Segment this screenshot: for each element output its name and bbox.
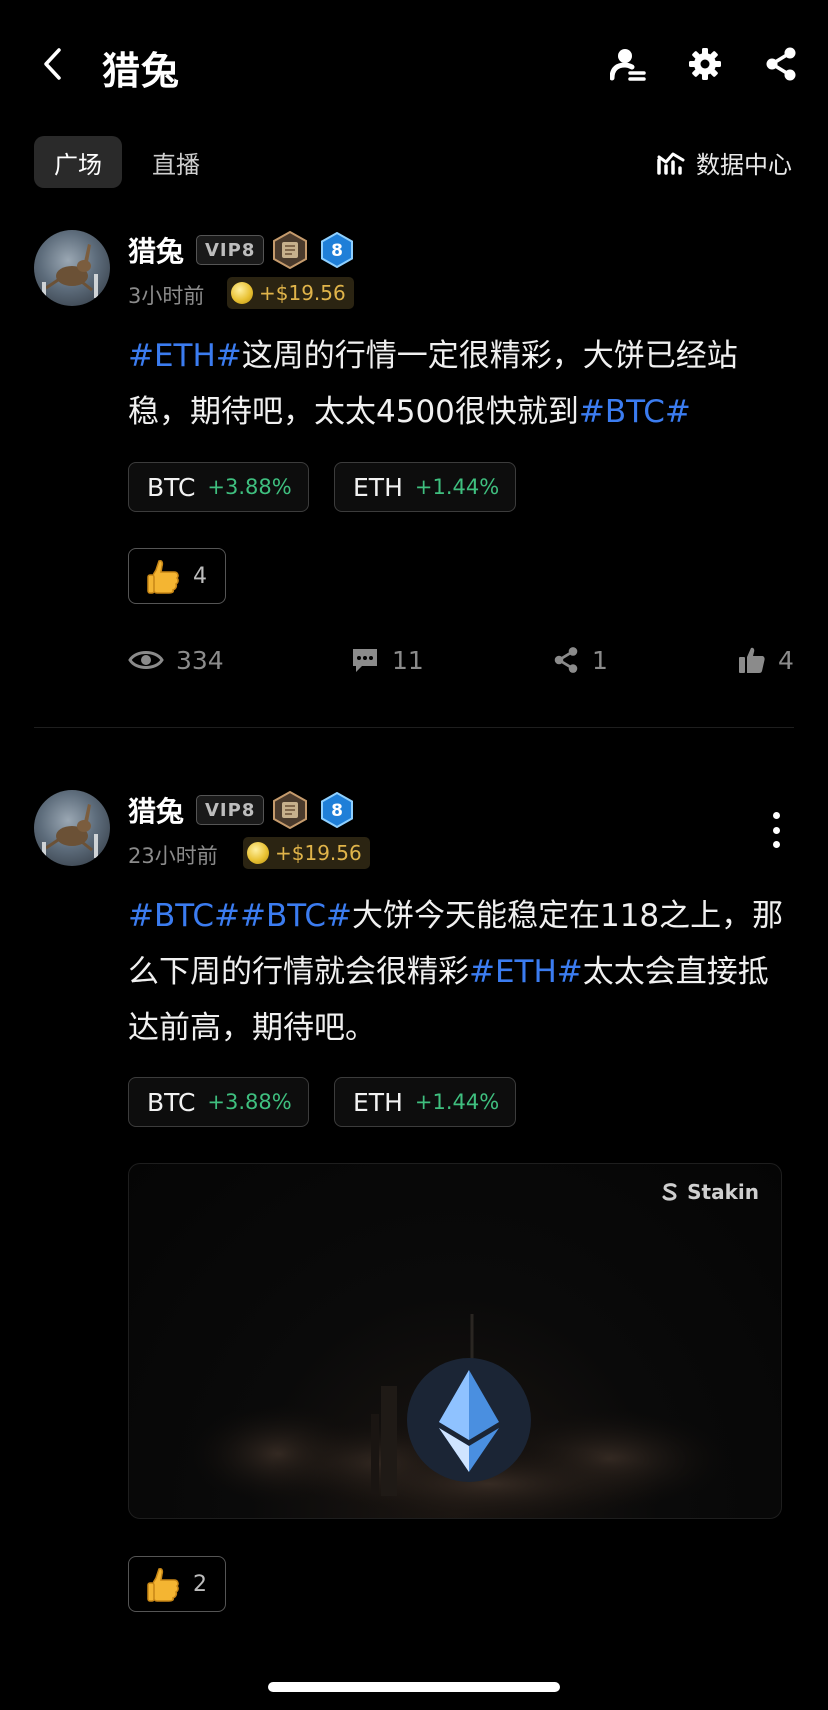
scroll-badge-icon [273, 231, 307, 269]
level-badge-icon: 8 [321, 232, 353, 268]
tip-amount: +$19.56 [259, 281, 346, 305]
settings-button[interactable] [683, 42, 727, 86]
post-content: #ETH#这周的行情一定很精彩，大饼已经站稳，期待吧，太太4500很快就到#BT… [128, 328, 798, 440]
ticker-change: +3.88% [207, 475, 292, 499]
follow-button[interactable] [606, 42, 650, 86]
page-title: 猎兔 [102, 49, 181, 93]
ticker-symbol: BTC [147, 1087, 196, 1117]
avatar[interactable] [34, 230, 110, 306]
username[interactable]: 猎兔 [128, 790, 184, 830]
scroll-badge-icon [273, 791, 307, 829]
share-button[interactable] [759, 42, 803, 86]
level-number: 8 [331, 241, 343, 261]
ticker-chip[interactable]: BTC +3.88% [128, 462, 309, 512]
reaction-count: 4 [193, 563, 207, 589]
tab-bar: 广场 直播 [34, 136, 220, 188]
reaction-button[interactable]: 2 [128, 1556, 226, 1612]
post-stats: 334 11 1 4 [128, 640, 794, 680]
hashtag-link[interactable]: #ETH# [469, 954, 583, 990]
thumbs-up-emoji-icon [147, 1568, 179, 1602]
user-follow-icon [610, 49, 646, 81]
more-options-button[interactable] [764, 808, 788, 852]
reaction-count: 2 [193, 1571, 207, 1597]
thumbs-up-emoji-icon [147, 560, 179, 594]
post-divider [34, 727, 794, 728]
tab-live[interactable]: 直播 [132, 136, 220, 188]
comment-icon [353, 649, 377, 672]
more-dot [772, 826, 780, 834]
settings-icon [689, 48, 721, 80]
share-icon [766, 47, 796, 81]
reaction-button[interactable]: 4 [128, 548, 226, 604]
tip-amount: +$19.56 [275, 841, 362, 865]
home-indicator[interactable] [268, 1682, 560, 1692]
ticker-symbol: ETH [353, 472, 403, 502]
rabbit-avatar-icon [42, 244, 98, 298]
back-icon [44, 48, 61, 80]
hashtag-link[interactable]: #BTC# [579, 394, 691, 430]
share-post-button[interactable]: 1 [552, 640, 608, 680]
coin-icon [231, 282, 253, 304]
thumbs-up-icon [739, 647, 765, 673]
ticker-change: +3.88% [207, 1090, 292, 1114]
rocket-launch-scene [189, 1314, 729, 1518]
tip-badge: +$19.56 [243, 837, 370, 869]
post-content: #BTC##BTC#大饼今天能稳定在118之上，那么下周的行情就会很精彩#ETH… [128, 888, 798, 1056]
ticker-chip[interactable]: BTC +3.88% [128, 1077, 309, 1127]
data-center-link[interactable]: 数据中心 [656, 144, 792, 180]
avatar[interactable] [34, 790, 110, 866]
ticker-chip[interactable]: ETH +1.44% [334, 462, 517, 512]
hashtag-link[interactable]: #BTC# [240, 898, 352, 934]
share-icon [554, 647, 578, 673]
ticker-symbol: ETH [353, 1087, 403, 1117]
hashtag-link[interactable]: #ETH# [128, 338, 242, 374]
comments-button[interactable]: 11 [350, 640, 424, 680]
eye-icon [128, 651, 164, 669]
likes-count: 4 [778, 645, 794, 675]
level-number: 8 [331, 801, 343, 821]
ticker-chip[interactable]: ETH +1.44% [334, 1077, 517, 1127]
rabbit-avatar-icon [42, 804, 98, 858]
data-center-label: 数据中心 [696, 150, 792, 179]
tip-badge: +$19.56 [227, 277, 354, 309]
like-button[interactable]: 4 [738, 640, 794, 680]
level-badge-icon: 8 [321, 792, 353, 828]
chart-icon [657, 152, 685, 175]
vip-badge: VIP8 [196, 795, 265, 825]
tab-square[interactable]: 广场 [34, 136, 122, 188]
post-time: 3小时前 [128, 284, 205, 308]
views-count: 334 [176, 645, 224, 675]
more-dot [772, 841, 780, 848]
ticker-change: +1.44% [414, 475, 500, 499]
ticker-change: +1.44% [414, 1090, 500, 1114]
username[interactable]: 猎兔 [128, 230, 184, 270]
back-button[interactable] [34, 44, 70, 84]
shares-count: 1 [592, 645, 608, 675]
coin-icon [247, 842, 269, 864]
views-stat: 334 [128, 640, 224, 680]
hashtag-link[interactable]: #BTC# [128, 898, 240, 934]
top-bar: 猎兔 [0, 0, 828, 130]
post-time: 23小时前 [128, 844, 218, 868]
vip-badge: VIP8 [196, 235, 265, 265]
ticker-symbol: BTC [147, 472, 196, 502]
post-image[interactable]: Stakin [128, 1163, 782, 1519]
more-dot [772, 812, 780, 819]
comments-count: 11 [392, 645, 424, 675]
